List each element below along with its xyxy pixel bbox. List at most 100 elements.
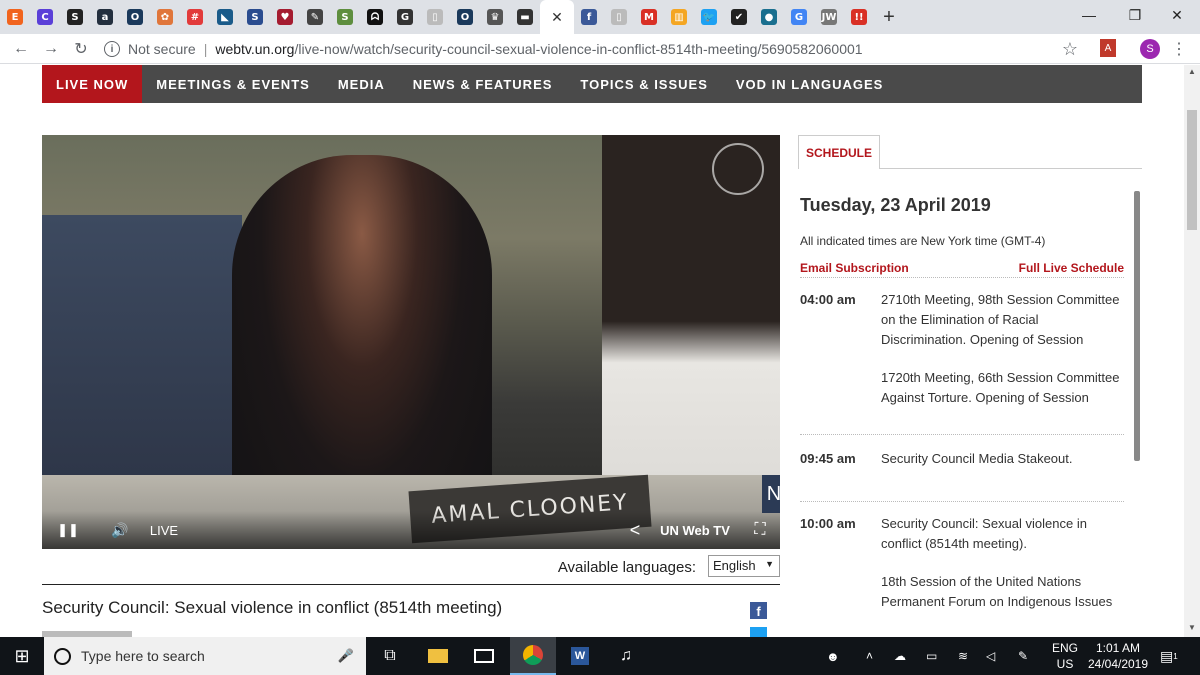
reload-button[interactable]: ↻ <box>66 39 96 59</box>
browser-tab[interactable]: E <box>0 0 30 34</box>
browser-tab[interactable]: ◣ <box>210 0 240 34</box>
email-subscription-link[interactable]: Email Subscription <box>800 261 909 275</box>
word-icon[interactable]: W <box>560 637 600 675</box>
share-icon[interactable]: < <box>620 520 650 541</box>
fullscreen-icon[interactable]: ⛶ <box>740 521 780 539</box>
facebook-share-icon[interactable]: f <box>750 602 767 619</box>
event-item[interactable]: 1720th Meeting, 66th Session Committee A… <box>881 368 1124 408</box>
microphone-icon[interactable]: 🎤 <box>338 648 354 664</box>
event-time: 04:00 am <box>800 292 856 307</box>
file-explorer-icon[interactable] <box>418 637 458 675</box>
task-view-icon[interactable]: ⧉ <box>370 637 410 675</box>
browser-tab[interactable]: !! <box>844 0 874 34</box>
nav-news-features[interactable]: NEWS & FEATURES <box>399 65 567 103</box>
nav-media[interactable]: MEDIA <box>324 65 399 103</box>
tab-icon: ◣ <box>217 9 233 25</box>
browser-tab[interactable]: G <box>784 0 814 34</box>
browser-tab[interactable]: 🐦 <box>694 0 724 34</box>
event-item[interactable]: 18th Session of the United Nations Perma… <box>881 572 1124 612</box>
mail-icon[interactable] <box>464 637 504 675</box>
close-window-button[interactable]: ✕ <box>1154 0 1200 30</box>
page-scrollbar[interactable]: ▲ ▼ <box>1184 65 1200 637</box>
language-select[interactable]: English ▼ <box>708 555 780 577</box>
browser-tab[interactable]: ✎ <box>300 0 330 34</box>
nav-topics-issues[interactable]: TOPICS & ISSUES <box>566 65 721 103</box>
event-item[interactable]: Security Council: Sexual violence in con… <box>881 514 1124 554</box>
people-icon[interactable]: ☻ <box>826 637 846 675</box>
browser-tab[interactable]: ♥ <box>270 0 300 34</box>
active-browser-tab[interactable]: ✕ <box>540 0 574 34</box>
page-scroll-thumb[interactable] <box>1187 110 1197 230</box>
speaker-icon[interactable]: ◁ <box>986 637 1004 675</box>
browser-tab[interactable]: ᗣ <box>360 0 390 34</box>
twitter-share-icon[interactable] <box>750 627 767 637</box>
browser-tab[interactable]: O <box>120 0 150 34</box>
browser-tab[interactable]: S <box>330 0 360 34</box>
itunes-icon[interactable]: ♫ <box>606 637 646 675</box>
pdf-extension-icon[interactable]: A <box>1100 39 1116 57</box>
notification-icon[interactable]: ▤ 1 <box>1160 637 1184 675</box>
main-nav: LIVE NOW MEETINGS & EVENTS MEDIA NEWS & … <box>42 65 1142 103</box>
cloud-icon[interactable]: ☁ <box>894 637 912 675</box>
timezone-note: All indicated times are New York time (G… <box>800 234 1046 248</box>
browser-tab[interactable]: ✿ <box>150 0 180 34</box>
profile-avatar[interactable]: S <box>1140 39 1160 59</box>
clock[interactable]: 1:01 AM 24/04/2019 <box>1086 637 1150 675</box>
schedule-scroll-thumb[interactable] <box>1134 191 1140 461</box>
chevron-up-icon[interactable]: ˄ <box>866 637 880 675</box>
back-button[interactable]: ← <box>6 40 36 58</box>
browser-tab[interactable]: ♛ <box>480 0 510 34</box>
browser-tab[interactable]: a <box>90 0 120 34</box>
address-bar[interactable]: i Not secure | webtv.un.org /live-now/wa… <box>104 36 1084 62</box>
browser-tab[interactable]: ▯ <box>604 0 634 34</box>
twitter-icon: 🐦 <box>701 9 717 25</box>
browser-tab[interactable]: S <box>240 0 270 34</box>
volume-button[interactable]: 🔊 <box>94 522 146 539</box>
maximize-button[interactable]: ❐ <box>1112 0 1158 30</box>
battery-icon[interactable]: ▭ <box>926 637 944 675</box>
nav-live-now[interactable]: LIVE NOW <box>42 65 143 103</box>
clock-time: 1:01 AM <box>1095 641 1141 655</box>
forward-button[interactable]: → <box>36 40 66 58</box>
browser-tab[interactable]: G <box>390 0 420 34</box>
scroll-down-icon[interactable]: ▼ <box>1184 623 1200 632</box>
browser-menu-icon[interactable]: ⋮ <box>1171 39 1187 59</box>
nav-vod-languages[interactable]: VOD IN LANGUAGES <box>722 65 897 103</box>
full-schedule-link[interactable]: Full Live Schedule <box>1019 261 1124 275</box>
languages-label: Available languages: <box>557 559 696 576</box>
new-tab-button[interactable]: + <box>874 0 904 34</box>
wifi-icon[interactable]: ≋ <box>958 637 976 675</box>
facebook-icon: f <box>581 9 597 25</box>
event-item[interactable]: 2710th Meeting, 98th Session Committee o… <box>881 290 1124 350</box>
nav-meetings-events[interactable]: MEETINGS & EVENTS <box>142 65 324 103</box>
start-button[interactable]: ⊞ <box>0 637 44 675</box>
browser-tab[interactable]: ▬ <box>510 0 540 34</box>
event-item[interactable]: Security Council Media Stakeout. <box>881 449 1124 469</box>
chevron-down-icon: ▼ <box>765 559 774 569</box>
browser-tab[interactable]: f <box>574 0 604 34</box>
minimize-button[interactable]: — <box>1066 0 1112 30</box>
language-indicator[interactable]: ENG US <box>1050 637 1080 675</box>
browser-tab[interactable]: C <box>30 0 60 34</box>
video-player[interactable]: AMAL CLOONEY N ❚❚ 🔊 LIVE < UN Web TV ⛶ <box>42 135 780 549</box>
nameplate-edge: N <box>762 475 780 513</box>
browser-tab[interactable]: JW <box>814 0 844 34</box>
browser-tab[interactable]: S <box>60 0 90 34</box>
scroll-up-icon[interactable]: ▲ <box>1184 67 1200 76</box>
close-tab-icon[interactable]: ✕ <box>551 9 563 26</box>
browser-tab[interactable]: ▯ <box>420 0 450 34</box>
browser-tab[interactable]: ● <box>754 0 784 34</box>
pause-button[interactable]: ❚❚ <box>42 522 94 538</box>
browser-tab[interactable]: # <box>180 0 210 34</box>
browser-tab[interactable]: ✔ <box>724 0 754 34</box>
bookmark-star-icon[interactable]: ☆ <box>1060 39 1080 59</box>
chrome-icon[interactable] <box>510 637 556 675</box>
browser-tab[interactable]: ▥ <box>664 0 694 34</box>
info-icon[interactable]: i <box>104 41 120 57</box>
schedule-tab[interactable]: SCHEDULE <box>798 135 880 169</box>
browser-tab[interactable]: O <box>450 0 480 34</box>
taskbar-search[interactable]: Type here to search 🎤 <box>44 637 366 675</box>
pen-icon[interactable]: ✎ <box>1018 637 1036 675</box>
browser-tab[interactable]: M <box>634 0 664 34</box>
schedule-scrollbar[interactable] <box>1134 185 1140 637</box>
